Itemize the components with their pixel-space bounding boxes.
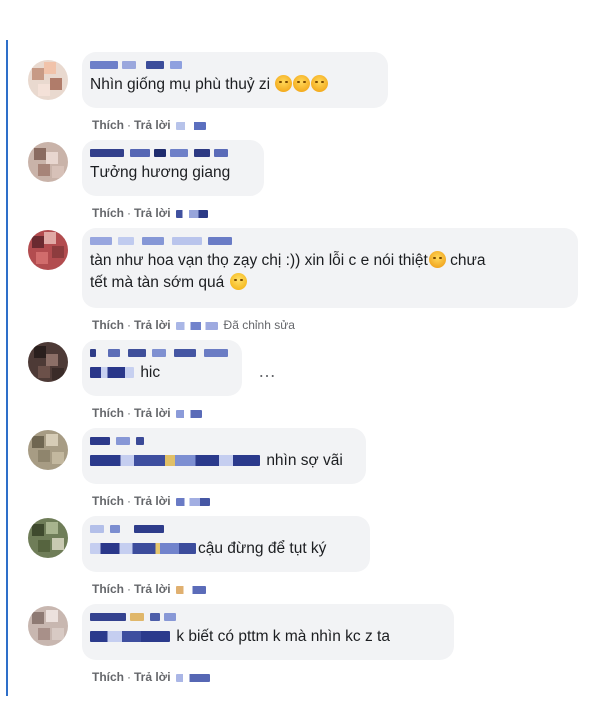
comment-actions: Thích · Trả lời Đã chỉnh sửa	[92, 318, 295, 332]
edited-label: Đã chỉnh sửa	[223, 318, 295, 332]
comment-text: Tưởng hương giang	[90, 164, 231, 181]
sad-emoji-icon	[275, 75, 293, 92]
like-link[interactable]: Thích	[92, 318, 124, 332]
avatar[interactable]	[28, 518, 68, 558]
timestamp-blurred[interactable]	[175, 321, 218, 330]
like-link[interactable]: Thích	[92, 406, 124, 420]
comment-text: nhìn sợ vãi	[90, 450, 356, 472]
laughing-emoji-icon	[229, 273, 247, 290]
comment-bubble: hic	[82, 340, 242, 396]
timestamp-blurred[interactable]	[175, 497, 210, 506]
comment-text: hic	[90, 362, 232, 384]
comment-actions: Thích · Trả lời	[92, 406, 202, 420]
mention-blurred[interactable]	[90, 631, 170, 643]
mention-blurred[interactable]	[90, 455, 260, 467]
comment-text: k biết có pttm k mà nhìn kc z ta	[90, 626, 444, 648]
mention-blurred[interactable]	[90, 367, 134, 379]
author-name-blurred[interactable]	[90, 346, 232, 360]
comment-bubble: Nhìn giống mụ phù thuỷ zi	[82, 52, 388, 108]
avatar[interactable]	[28, 142, 68, 182]
thread-line	[6, 40, 8, 696]
author-name-blurred[interactable]	[90, 58, 378, 72]
comment-bubble: nhìn sợ vãi	[82, 428, 366, 484]
timestamp-blurred[interactable]	[175, 209, 208, 218]
avatar[interactable]	[28, 60, 68, 100]
reply-link[interactable]: Trả lời	[134, 582, 171, 596]
like-link[interactable]: Thích	[92, 670, 124, 684]
like-link[interactable]: Thích	[92, 206, 124, 220]
avatar[interactable]	[28, 606, 68, 646]
comment-bubble: cậu đừng để tụt ký	[82, 516, 370, 572]
like-link[interactable]: Thích	[92, 494, 124, 508]
comment-bubble: tàn như hoa vạn thọ zạy chị :)) xin lỗi …	[82, 228, 578, 308]
sad-emoji-icon	[311, 75, 329, 92]
reply-link[interactable]: Trả lời	[134, 670, 171, 684]
author-name-blurred[interactable]	[90, 522, 360, 536]
author-name-blurred[interactable]	[90, 434, 356, 448]
author-name-blurred[interactable]	[90, 146, 254, 160]
timestamp-blurred[interactable]	[175, 673, 210, 682]
timestamp-blurred[interactable]	[175, 121, 206, 130]
comment-actions: Thích · Trả lời	[92, 494, 210, 508]
reply-link[interactable]: Trả lời	[134, 318, 171, 332]
mention-blurred[interactable]	[90, 543, 196, 555]
comment-text: Nhìn giống mụ phù thuỷ zi	[90, 74, 378, 96]
comment-text: tàn như hoa vạn thọ zạy chị :)) xin lỗi …	[90, 251, 486, 269]
comment-text-line2: tết mà tàn sớm quá	[90, 272, 568, 294]
comment-actions: Thích · Trả lời	[92, 118, 206, 132]
like-link[interactable]: Thích	[92, 118, 124, 132]
reply-link[interactable]: Trả lời	[134, 494, 171, 508]
comment-actions: Thích · Trả lời	[92, 206, 208, 220]
comment-actions: Thích · Trả lời	[92, 670, 210, 684]
crying-emoji-icon	[428, 251, 446, 268]
reply-link[interactable]: Trả lời	[134, 406, 171, 420]
comment-text: cậu đừng để tụt ký	[90, 538, 360, 560]
sad-emoji-icon	[293, 75, 311, 92]
avatar[interactable]	[28, 342, 68, 382]
author-name-blurred[interactable]	[90, 234, 568, 248]
timestamp-blurred[interactable]	[175, 409, 202, 418]
avatar[interactable]	[28, 230, 68, 270]
reply-link[interactable]: Trả lời	[134, 118, 171, 132]
comment-bubble: k biết có pttm k mà nhìn kc z ta	[82, 604, 454, 660]
comment-bubble: Tưởng hương giang	[82, 140, 264, 196]
reply-link[interactable]: Trả lời	[134, 206, 171, 220]
like-link[interactable]: Thích	[92, 582, 124, 596]
comment-actions: Thích · Trả lời	[92, 582, 206, 596]
timestamp-blurred[interactable]	[175, 585, 206, 594]
author-name-blurred[interactable]	[90, 610, 444, 624]
more-options-icon[interactable]: …	[258, 362, 277, 380]
avatar[interactable]	[28, 430, 68, 470]
